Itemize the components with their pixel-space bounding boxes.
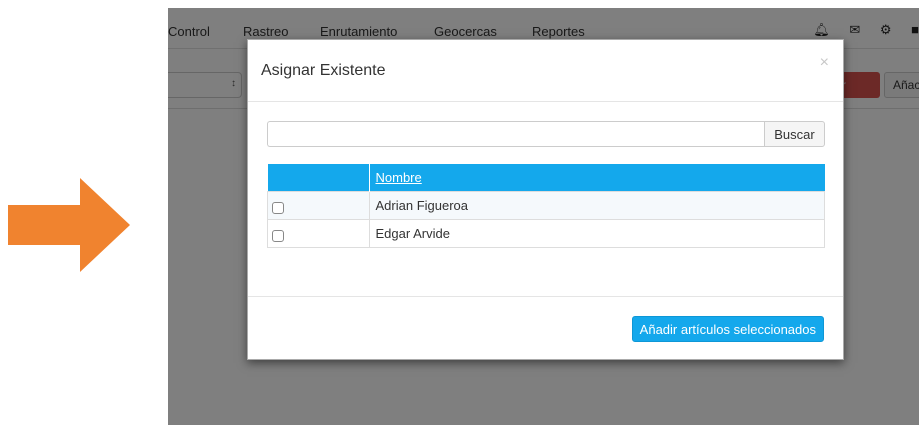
table-header-row: Nombre: [267, 164, 825, 192]
results-table: Nombre Adrian Figueroa Edgar Arvide: [267, 164, 825, 248]
row-name-cell: Adrian Figueroa: [368, 191, 825, 220]
table-row: Adrian Figueroa: [267, 191, 825, 220]
assign-existing-modal: Asignar Existente × Buscar Nombre Adrian…: [247, 39, 844, 360]
row-select-cell: [267, 219, 370, 248]
sort-by-name-link[interactable]: Nombre: [376, 170, 422, 185]
modal-footer: Añadir artículos seleccionados: [248, 296, 843, 360]
name-column-header[interactable]: Nombre: [369, 164, 825, 192]
add-selected-items-button[interactable]: Añadir artículos seleccionados: [631, 316, 824, 342]
row-checkbox[interactable]: [272, 201, 284, 214]
modal-header: Asignar Existente ×: [248, 40, 843, 102]
close-icon[interactable]: ×: [820, 54, 829, 72]
orange-arrow-icon: [8, 178, 130, 272]
modal-title: Asignar Existente: [261, 62, 386, 79]
select-column-header: [267, 164, 370, 192]
row-name-cell: Edgar Arvide: [368, 219, 825, 248]
row-checkbox[interactable]: [272, 229, 284, 242]
row-select-cell: [267, 191, 370, 220]
search-button[interactable]: Buscar: [764, 121, 825, 147]
table-row: Edgar Arvide: [267, 219, 825, 248]
search-input[interactable]: [267, 121, 764, 147]
